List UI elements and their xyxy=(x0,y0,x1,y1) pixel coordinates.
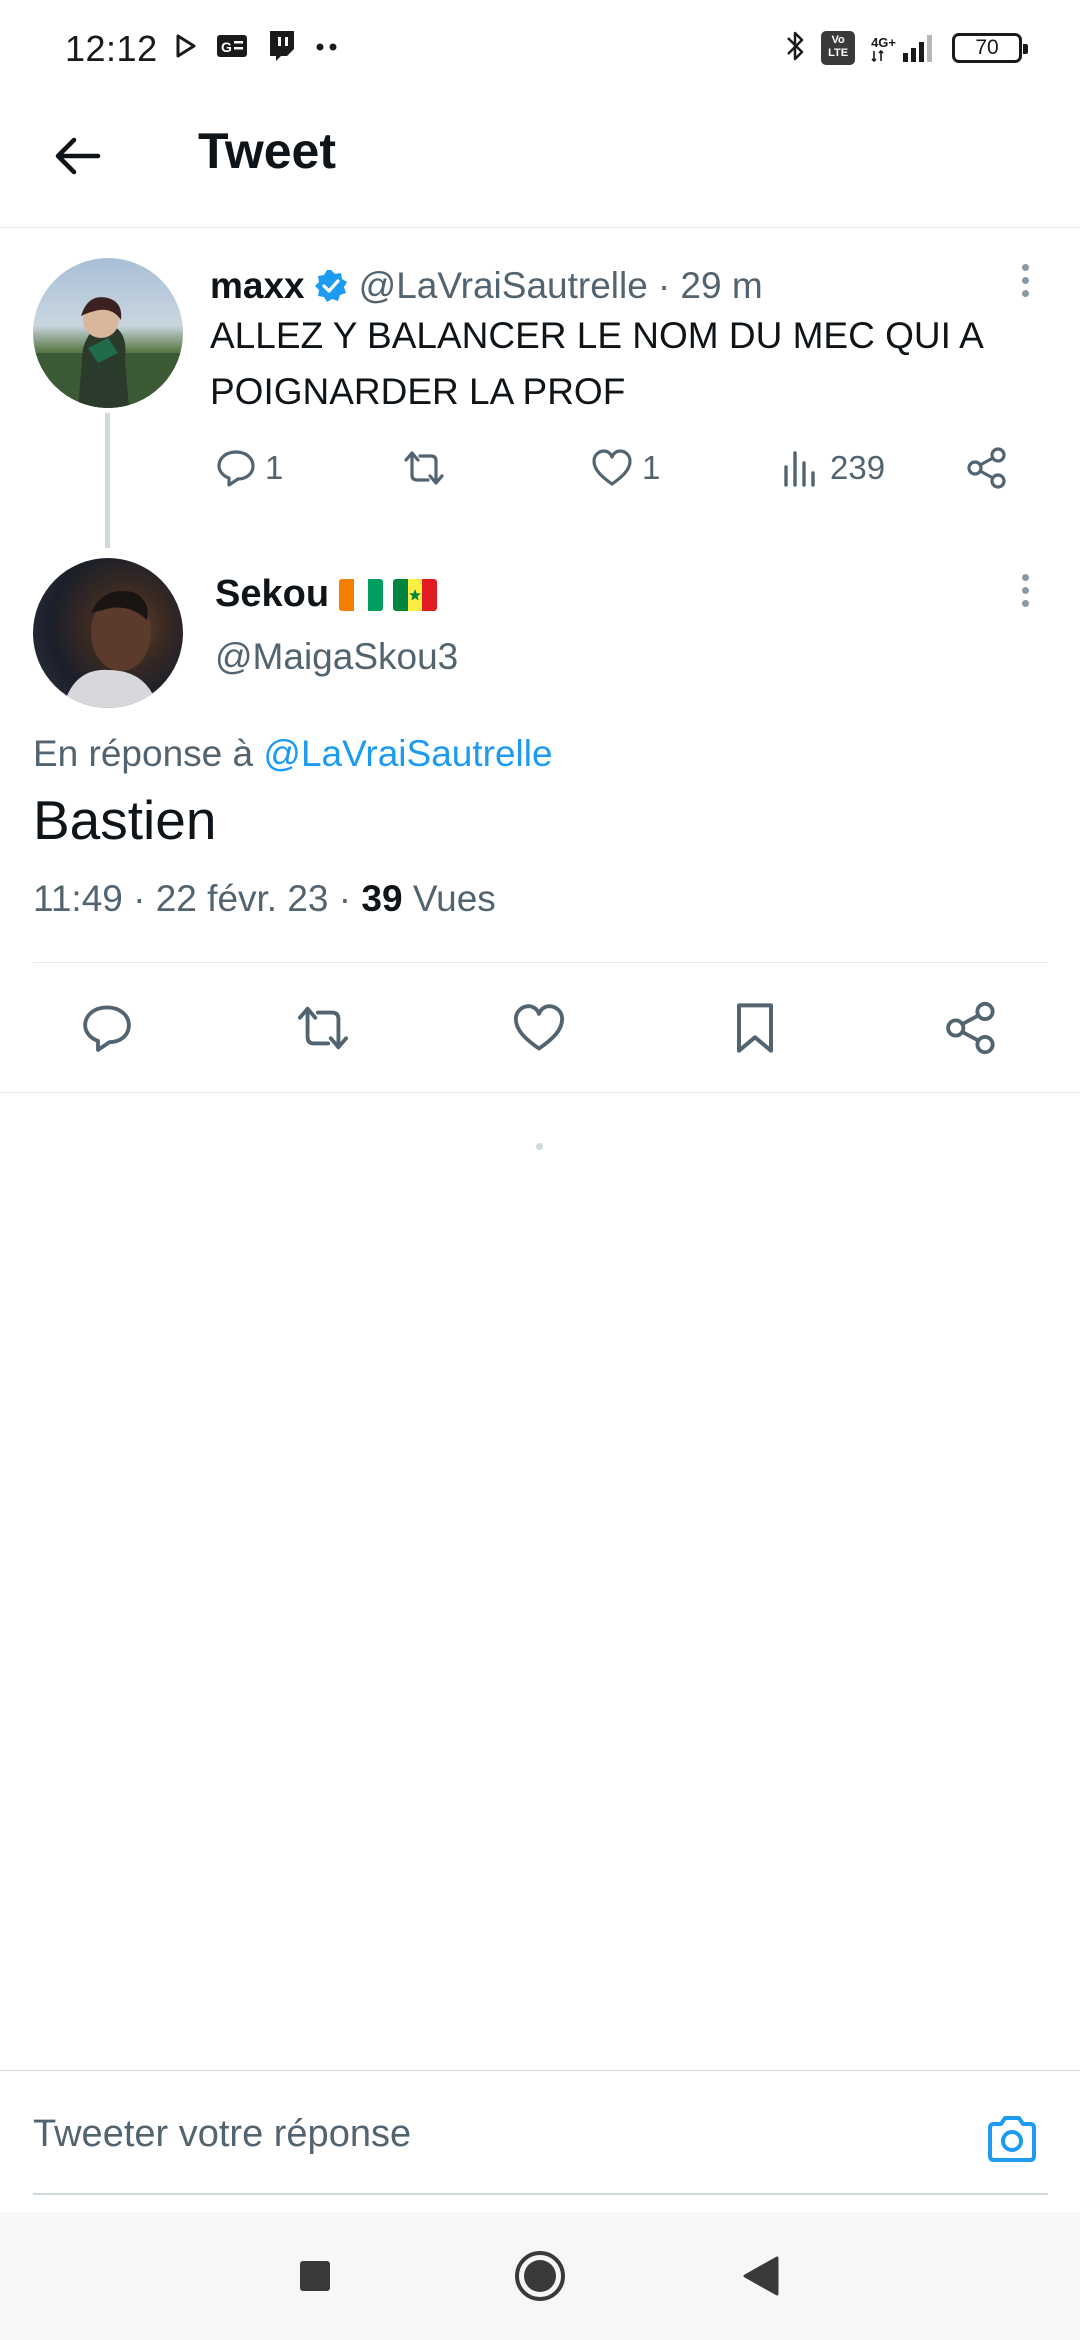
like-button[interactable] xyxy=(504,993,574,1063)
network-type-label: 4G+ xyxy=(871,35,896,50)
reply-prefix: En réponse à xyxy=(33,733,254,774)
heart-icon xyxy=(513,1004,565,1051)
status-time: 12:12 xyxy=(65,28,158,69)
heart-icon xyxy=(592,449,632,486)
author-name[interactable]: Sekou xyxy=(215,573,329,616)
camera-icon xyxy=(988,2116,1036,2162)
ivory-coast-flag-icon xyxy=(339,578,384,611)
like-count: 1 xyxy=(642,449,661,486)
top-app-bar: Tweet xyxy=(0,100,1080,228)
author-name-row: Sekou xyxy=(215,573,438,616)
parent-tweet[interactable]: maxx @LaVraiSautrelle · 29 m ALLEZ Y BAL… xyxy=(0,228,1080,548)
views-label: Vues xyxy=(412,878,496,919)
parent-tweet-actions: 1 1 239 xyxy=(210,438,1030,498)
more-dots-icon xyxy=(315,39,339,57)
loading-indicator xyxy=(536,1143,543,1150)
recents-button[interactable] xyxy=(285,2246,345,2306)
reply-icon xyxy=(217,450,255,487)
bookmark-button[interactable] xyxy=(720,993,790,1063)
battery-icon: 70 xyxy=(952,33,1028,63)
author-name[interactable]: maxx xyxy=(210,265,305,307)
reply-icon xyxy=(83,1005,131,1052)
reply-button[interactable]: 1 xyxy=(215,438,283,498)
retweet-button[interactable] xyxy=(288,993,358,1063)
reply-button[interactable] xyxy=(72,993,142,1063)
avatar[interactable] xyxy=(33,258,183,408)
circle-icon xyxy=(515,2251,565,2301)
bookmark-icon xyxy=(737,1003,773,1053)
parent-tweet-header: maxx @LaVraiSautrelle · 29 m xyxy=(210,258,763,314)
svg-text:G: G xyxy=(221,39,232,55)
share-button[interactable] xyxy=(965,438,1009,498)
views-button[interactable]: 239 xyxy=(780,438,885,498)
verified-badge-icon xyxy=(313,268,349,304)
tweet-timestamp: 11:49 · 22 févr. 23 · xyxy=(33,878,352,919)
focused-tweet-actions xyxy=(0,963,1080,1093)
square-icon xyxy=(300,2261,330,2291)
tweet-text: Bastien xyxy=(33,789,217,851)
tweet-time: · 29 m xyxy=(657,265,763,306)
senegal-flag-icon xyxy=(393,578,438,611)
retweet-button[interactable] xyxy=(400,438,448,498)
share-icon xyxy=(967,447,1006,489)
back-nav-button[interactable] xyxy=(730,2246,790,2306)
reply-context: En réponse à @LaVraiSautrelle xyxy=(33,733,553,775)
arrow-left-icon xyxy=(55,137,101,175)
more-options-button[interactable] xyxy=(1010,560,1040,620)
page-title: Tweet xyxy=(198,123,336,179)
like-button[interactable]: 1 xyxy=(590,438,660,498)
reply-composer: Tweeter votre réponse xyxy=(0,2070,1080,2212)
signal-icon: 4G+ xyxy=(871,33,936,63)
status-bar: 12:12 G Vo LTE 4G+ 70 xyxy=(0,0,1080,100)
home-button[interactable] xyxy=(510,2246,570,2306)
avatar[interactable] xyxy=(33,558,183,708)
status-notification-icons: G xyxy=(175,28,339,68)
bluetooth-icon xyxy=(785,29,805,68)
composer-underline xyxy=(33,2193,1048,2195)
share-icon xyxy=(946,1001,995,1055)
tweet-text: ALLEZ Y BALANCER LE NOM DU MEC QUI A POI… xyxy=(210,315,982,412)
play-icon xyxy=(175,33,197,64)
back-button[interactable] xyxy=(50,128,106,184)
more-vertical-icon xyxy=(1021,263,1029,271)
views-count[interactable]: 39 xyxy=(361,878,402,919)
system-navigation-bar xyxy=(0,2212,1080,2340)
author-handle[interactable]: @MaigaSkou3 xyxy=(215,636,458,678)
status-system-icons: Vo LTE 4G+ 70 xyxy=(785,28,1028,68)
thread-connector-line xyxy=(105,413,110,548)
triangle-left-icon xyxy=(743,2256,779,2296)
author-handle[interactable]: @LaVraiSautrelle xyxy=(359,265,648,307)
views-count: 239 xyxy=(830,449,886,486)
more-vertical-icon xyxy=(1021,573,1029,581)
reply-input[interactable]: Tweeter votre réponse xyxy=(33,2113,411,2156)
news-icon: G xyxy=(215,32,249,65)
analytics-icon xyxy=(784,451,815,487)
reply-mention-link[interactable]: @LaVraiSautrelle xyxy=(263,733,552,774)
camera-button[interactable] xyxy=(982,2109,1042,2169)
retweet-icon xyxy=(404,451,444,485)
tweet-meta: 11:49 · 22 févr. 23 · 39 Vues xyxy=(33,878,496,920)
share-button[interactable] xyxy=(936,993,1006,1063)
more-options-button[interactable] xyxy=(1010,250,1040,310)
twitch-icon xyxy=(267,29,297,68)
retweet-icon xyxy=(297,1006,349,1050)
volte-icon: Vo LTE xyxy=(821,31,856,65)
reply-count: 1 xyxy=(265,449,284,486)
